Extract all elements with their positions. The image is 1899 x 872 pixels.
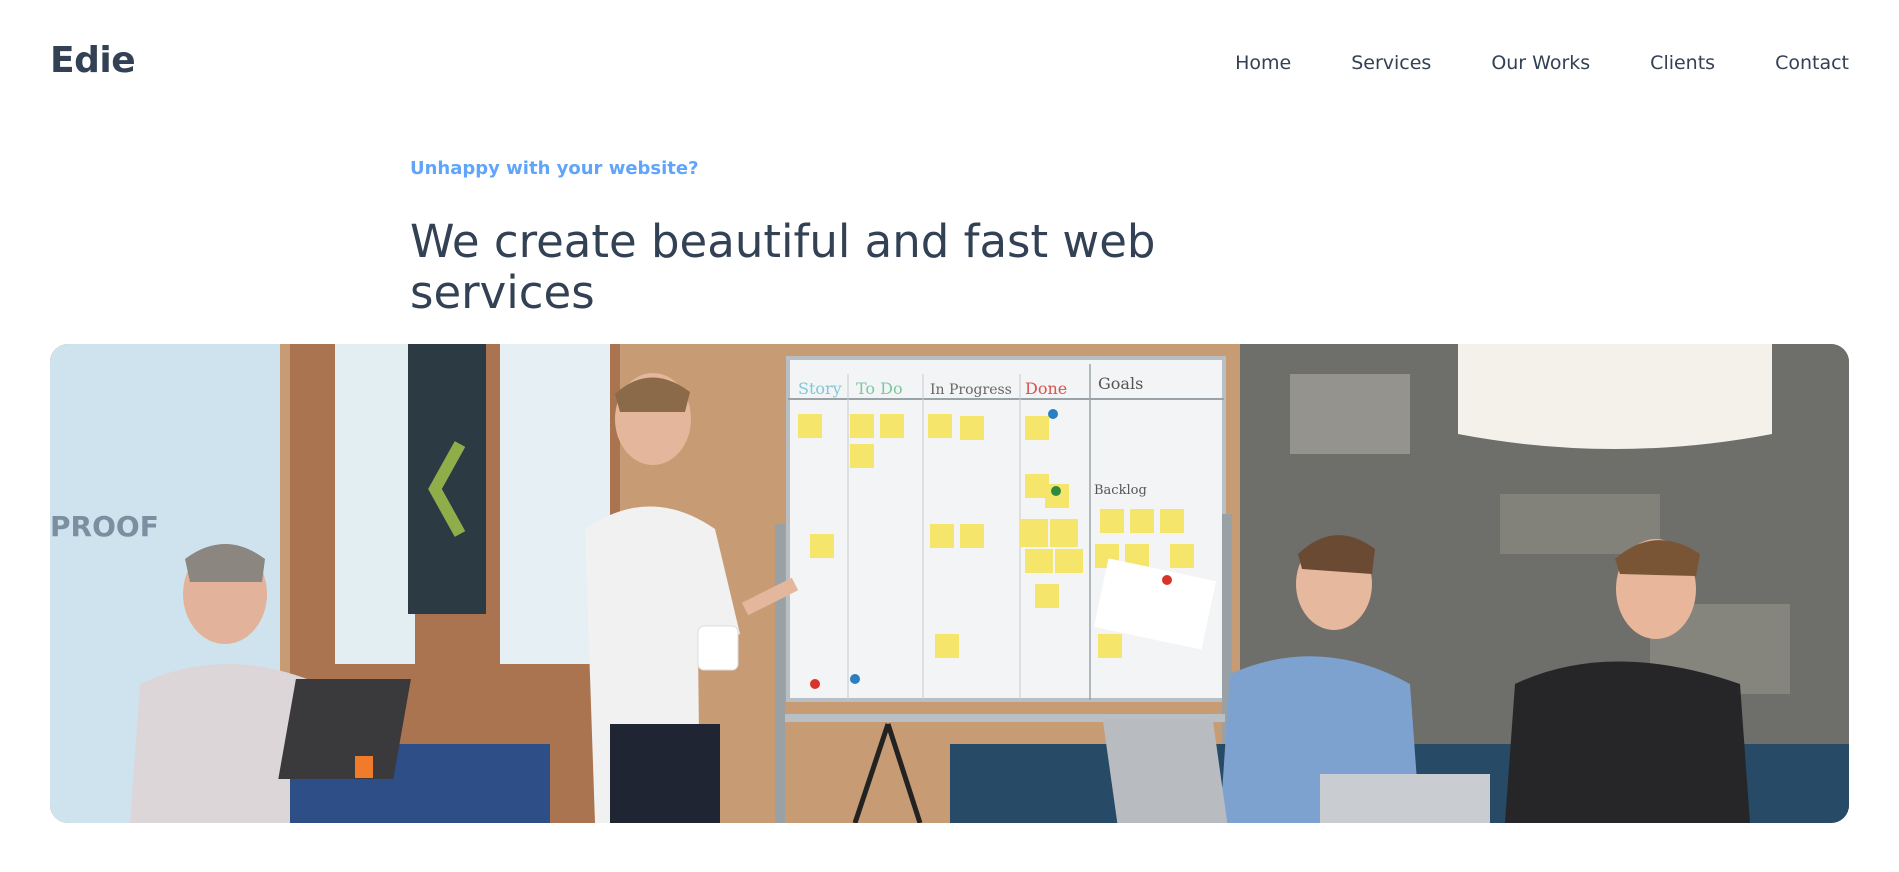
whiteboard-backlog: Backlog: [1094, 483, 1147, 498]
hero-image: PROOF Story To Do In Progress Done Goals…: [50, 344, 1849, 823]
hero-headline: We create beautiful and fast web service…: [410, 215, 1156, 319]
nav-our-works[interactable]: Our Works: [1491, 52, 1590, 74]
whiteboard-col-story: Story: [798, 379, 842, 398]
nav-services[interactable]: Services: [1351, 52, 1431, 74]
main-nav: Home Services Our Works Clients Contact: [1235, 52, 1849, 74]
site-logo[interactable]: Edie: [50, 40, 136, 81]
nav-clients[interactable]: Clients: [1650, 52, 1715, 74]
nav-contact[interactable]: Contact: [1775, 52, 1849, 74]
window-sign-text: PROOF: [50, 510, 159, 543]
whiteboard-col-done: Done: [1025, 379, 1067, 398]
whiteboard-col-goals: Goals: [1098, 374, 1143, 393]
whiteboard-col-todo: To Do: [856, 379, 903, 398]
whiteboard-col-inprogress: In Progress: [930, 382, 1012, 398]
hero-kicker: Unhappy with your website?: [410, 158, 699, 179]
nav-home[interactable]: Home: [1235, 52, 1291, 74]
